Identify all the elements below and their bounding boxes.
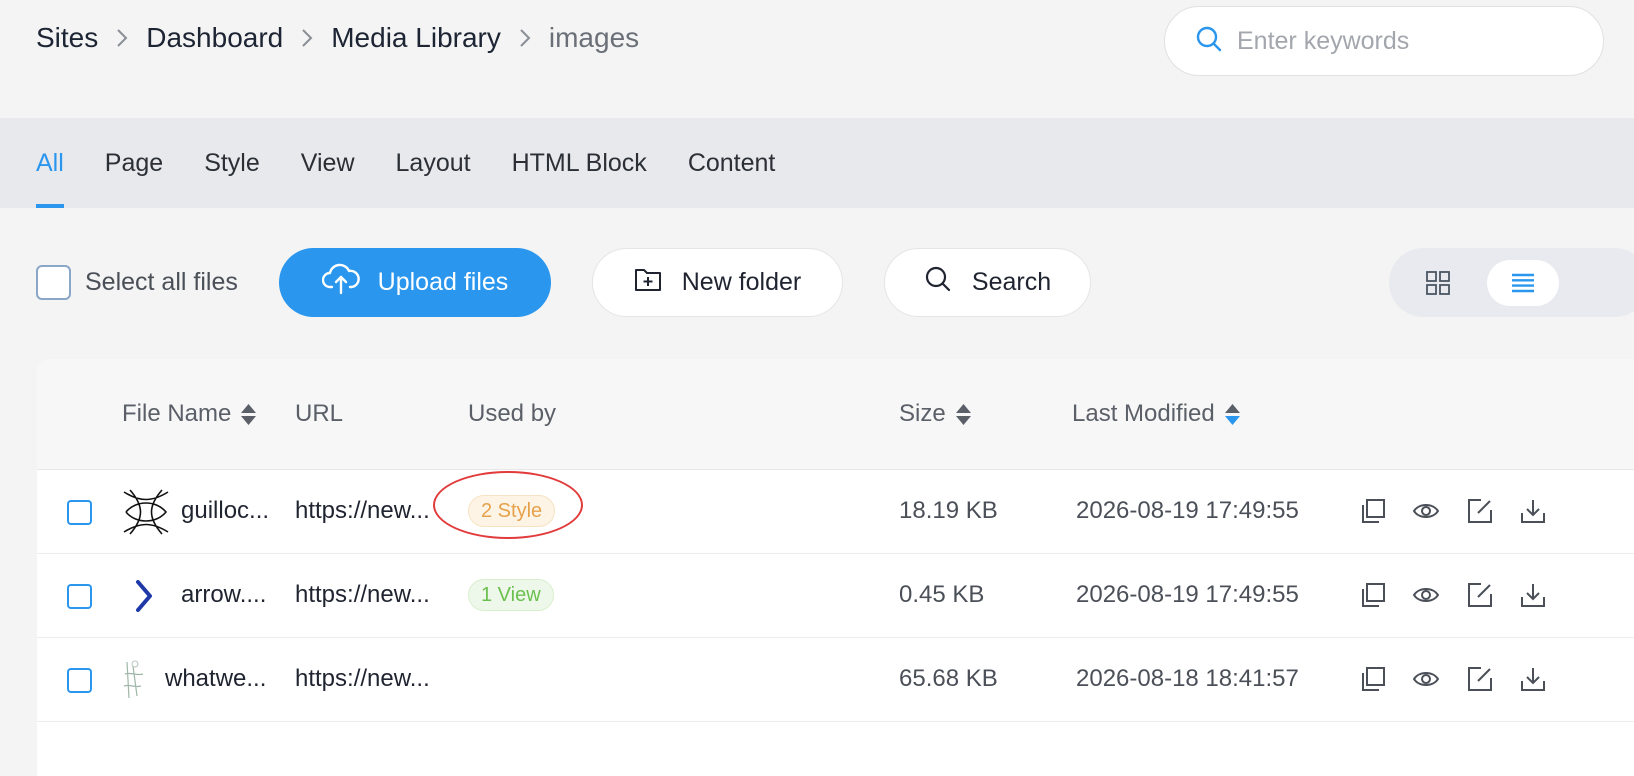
sort-icon[interactable] — [241, 403, 257, 425]
file-size: 0.45 KB — [899, 581, 985, 608]
arrow-thumbnail — [136, 580, 152, 612]
tab-content[interactable]: Content — [688, 118, 776, 208]
search-button[interactable]: Search — [884, 248, 1091, 317]
header-size[interactable]: Size — [899, 400, 971, 428]
tab-style[interactable]: Style — [204, 118, 260, 208]
list-view-button[interactable] — [1487, 260, 1559, 306]
file-name[interactable]: arrow.... — [181, 581, 266, 609]
copy-icon[interactable] — [1359, 665, 1387, 693]
breadcrumb-dashboard[interactable]: Dashboard — [146, 22, 283, 54]
header-url: URL — [295, 400, 344, 427]
tabs-bar: All Page Style View Layout HTML Block Co… — [0, 118, 1634, 208]
select-all-checkbox[interactable] — [36, 265, 71, 300]
new-folder-label: New folder — [681, 268, 802, 296]
sort-icon[interactable] — [955, 403, 971, 425]
search-input[interactable] — [1237, 26, 1577, 56]
file-name[interactable]: whatwe... — [165, 665, 266, 693]
chevron-right-icon — [501, 28, 549, 48]
header-file-name[interactable]: File Name — [122, 400, 257, 428]
table-row[interactable]: whatwe... https://new... 65.68 KB 2026-0… — [37, 638, 1634, 722]
edit-icon[interactable] — [1466, 497, 1494, 525]
file-url: https://new... — [295, 665, 430, 692]
tab-page[interactable]: Page — [105, 118, 163, 208]
file-url: https://new... — [295, 581, 430, 608]
folder-plus-icon — [634, 266, 682, 299]
used-by-badge[interactable]: 1 View — [468, 579, 554, 611]
file-modified: 2026-08-19 17:49:55 — [1076, 581, 1299, 608]
annotation-circle — [433, 471, 583, 539]
edit-icon[interactable] — [1466, 581, 1494, 609]
tab-html-block[interactable]: HTML Block — [512, 118, 647, 208]
chevron-right-icon — [98, 28, 146, 48]
sketch-thumbnail — [123, 660, 144, 699]
upload-files-label: Upload files — [377, 268, 509, 296]
row-checkbox[interactable] — [67, 500, 92, 525]
header-used-by: Used by — [468, 400, 557, 427]
search-label: Search — [971, 268, 1052, 296]
eye-icon[interactable] — [1412, 581, 1440, 609]
search-icon — [1195, 25, 1223, 58]
download-icon[interactable] — [1519, 581, 1547, 609]
file-size: 65.68 KB — [899, 665, 998, 692]
breadcrumb-images: images — [548, 22, 640, 53]
breadcrumb-sites[interactable]: Sites — [36, 22, 98, 54]
list-view-icon — [1512, 273, 1534, 293]
table-header: File Name URL Used by Size Last Modified — [37, 359, 1634, 470]
file-url: https://new... — [295, 497, 430, 524]
header-last-modified-label: Last Modified — [1072, 400, 1215, 427]
eye-icon[interactable] — [1412, 497, 1440, 525]
file-name[interactable]: guilloc... — [181, 497, 269, 525]
select-all-label: Select all files — [85, 268, 238, 296]
view-toggle — [1389, 248, 1634, 317]
table-row[interactable]: arrow.... https://new... 1 View 0.45 KB … — [37, 554, 1634, 638]
file-modified: 2026-08-18 18:41:57 — [1076, 665, 1299, 692]
chevron-right-icon — [283, 28, 331, 48]
file-size: 18.19 KB — [899, 497, 998, 524]
sort-icon[interactable] — [1224, 403, 1240, 425]
keyword-search[interactable] — [1164, 6, 1604, 76]
guilloche-thumbnail — [123, 489, 169, 535]
files-table: File Name URL Used by Size Last Modified — [37, 359, 1634, 776]
grid-view-icon[interactable] — [1425, 270, 1451, 296]
copy-icon[interactable] — [1359, 581, 1387, 609]
eye-icon[interactable] — [1412, 665, 1440, 693]
file-modified: 2026-08-19 17:49:55 — [1076, 497, 1299, 524]
new-folder-button[interactable]: New folder — [592, 248, 843, 317]
table-row[interactable]: guilloc... https://new... 2 Style 18.19 … — [37, 470, 1634, 554]
edit-icon[interactable] — [1466, 665, 1494, 693]
download-icon[interactable] — [1519, 497, 1547, 525]
header-size-label: Size — [899, 400, 946, 427]
header-last-modified[interactable]: Last Modified — [1072, 400, 1240, 428]
tab-view[interactable]: View — [301, 118, 355, 208]
header-file-name-label: File Name — [122, 400, 232, 427]
copy-icon[interactable] — [1359, 497, 1387, 525]
tab-layout[interactable]: Layout — [396, 118, 471, 208]
tab-all[interactable]: All — [36, 118, 64, 208]
upload-files-button[interactable]: Upload files — [279, 248, 551, 317]
search-icon — [924, 265, 972, 300]
breadcrumb: Sites Dashboard Media Library images — [36, 18, 639, 58]
select-all[interactable]: Select all files — [36, 265, 238, 300]
upload-cloud-icon — [321, 263, 378, 302]
breadcrumb-media-library[interactable]: Media Library — [331, 22, 501, 54]
download-icon[interactable] — [1519, 665, 1547, 693]
row-checkbox[interactable] — [67, 584, 92, 609]
row-checkbox[interactable] — [67, 668, 92, 693]
